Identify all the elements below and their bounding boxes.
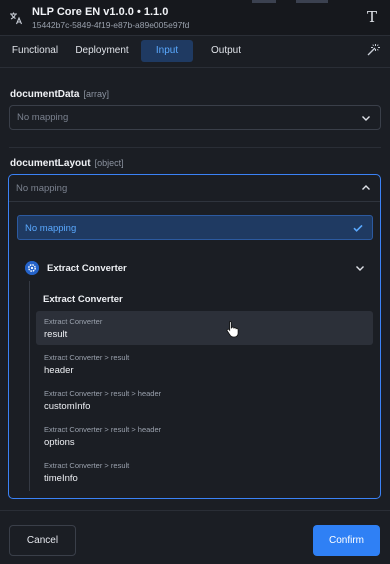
select-value: No mapping	[17, 112, 69, 123]
group-label: Extract Converter	[47, 263, 127, 274]
top-strip	[252, 0, 328, 3]
tree-line	[29, 281, 30, 491]
confirm-button[interactable]: Confirm	[313, 525, 380, 556]
documentlayout-select[interactable]: No mapping	[9, 175, 380, 202]
group-title: Extract Converter	[43, 294, 123, 305]
translate-icon[interactable]	[9, 11, 23, 25]
item-name: options	[44, 437, 75, 448]
list-item[interactable]: Extract Converter > result > header opti…	[36, 419, 373, 453]
magic-wand-icon[interactable]	[366, 43, 380, 57]
group-header-extract-converter[interactable]: Extract Converter	[17, 258, 373, 280]
tab-functional[interactable]: Functional	[7, 40, 63, 62]
item-path: Extract Converter > result > header	[44, 389, 162, 398]
tab-bar: Functional Deployment Input Output	[0, 36, 390, 68]
text-type-icon[interactable]: T	[362, 7, 382, 27]
divider	[9, 147, 381, 148]
item-path: Extract Converter	[44, 317, 103, 326]
field-label-documentdata: documentData [array]	[10, 89, 109, 100]
list-item[interactable]: Extract Converter result	[36, 311, 373, 345]
field-type: [object]	[94, 158, 124, 168]
pointer-cursor-icon	[226, 321, 239, 338]
list-item[interactable]: Extract Converter > result > header cust…	[36, 383, 373, 417]
footer: Cancel Confirm	[0, 510, 390, 564]
item-path: Extract Converter > result > header	[44, 425, 162, 434]
chevron-down-icon	[362, 116, 370, 121]
check-icon	[353, 224, 363, 232]
node-id: 15442b7c-5849-4f19-e87b-a89e005e97fd	[32, 20, 190, 30]
cancel-button[interactable]: Cancel	[9, 525, 76, 556]
documentlayout-dropdown: No mapping No mapping Extract Converter …	[8, 174, 381, 499]
tab-output[interactable]: Output	[203, 40, 249, 62]
app-header: NLP Core EN v1.0.0 • 1.1.0 15442b7c-5849…	[0, 0, 390, 36]
item-path: Extract Converter > result	[44, 353, 130, 362]
item-name: result	[44, 329, 68, 340]
item-name: header	[44, 365, 74, 376]
item-name: customInfo	[44, 401, 91, 412]
list-item[interactable]: Extract Converter > result timeInfo	[36, 455, 373, 489]
tab-deployment[interactable]: Deployment	[70, 40, 134, 62]
option-label: No mapping	[25, 223, 77, 234]
item-path: Extract Converter > result	[44, 461, 130, 470]
field-type: [array]	[83, 89, 109, 99]
tab-input[interactable]: Input	[141, 40, 193, 62]
item-name: timeInfo	[44, 473, 78, 484]
node-title: NLP Core EN v1.0.0 • 1.1.0	[32, 6, 169, 18]
option-no-mapping[interactable]: No mapping	[17, 215, 373, 240]
field-label-documentlayout: documentLayout [object]	[10, 158, 124, 169]
gear-icon	[25, 261, 39, 275]
select-value: No mapping	[16, 183, 68, 194]
chevron-up-icon	[362, 185, 370, 190]
documentdata-select[interactable]: No mapping	[9, 105, 381, 130]
list-item[interactable]: Extract Converter > result header	[36, 347, 373, 381]
chevron-down-icon	[356, 266, 364, 271]
